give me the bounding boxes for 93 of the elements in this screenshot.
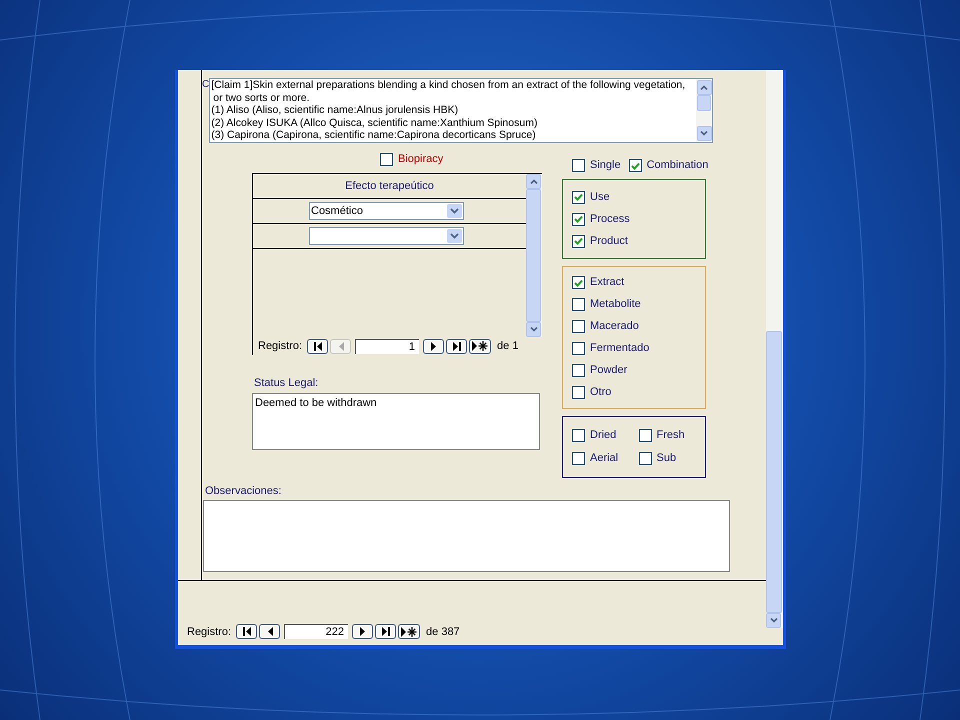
next-icon [430, 342, 437, 350]
checkbox-label: Macerado [590, 319, 639, 334]
navigator-label: Registro: [187, 624, 232, 640]
navigator-label: Registro: [258, 338, 302, 354]
checkbox[interactable] [572, 159, 585, 172]
observaciones-label: Observaciones: [205, 484, 282, 499]
checkbox-label: Fresh [656, 428, 685, 444]
scroll-thumb[interactable] [766, 331, 782, 613]
scroll-up-button[interactable] [526, 174, 541, 189]
claim-text-field[interactable] [209, 78, 714, 143]
combo-value: Cosmético [310, 204, 363, 219]
checkmark-icon [630, 162, 640, 170]
checkbox-label: Biopiracy [398, 152, 444, 168]
checkbox[interactable] [638, 452, 652, 465]
checkbox-label: Process [590, 212, 630, 227]
status-legal-label: Status Legal: [254, 376, 320, 391]
first-record-icon [312, 342, 323, 350]
column-heading: Efecto terapeútico [345, 178, 434, 194]
checkbox-label: Sub [656, 451, 676, 466]
combo-box[interactable] [309, 227, 464, 245]
chevron-down-icon [770, 618, 778, 623]
last-record-button[interactable] [446, 338, 468, 354]
claim-text-line: or two sorts or more. [212, 92, 311, 104]
checkbox[interactable] [572, 364, 585, 377]
first-record-icon [242, 627, 252, 636]
checkbox-label: Aerial [590, 451, 618, 466]
checkbox-label: Fermentado [590, 341, 650, 356]
prev-record-button[interactable] [259, 624, 280, 640]
chevron-up-icon [530, 179, 538, 184]
checkbox[interactable] [572, 298, 585, 311]
claim-text-line: (2) Alcokey ISUKA (Allco Quisca, scientific name:Xanthium Spinosum) [211, 116, 538, 129]
next-record-button[interactable] [423, 338, 444, 354]
chevron-down-icon [530, 327, 538, 332]
scroll-down-button[interactable] [526, 322, 541, 337]
last-record-button[interactable] [375, 624, 396, 640]
checkbox[interactable] [572, 212, 585, 226]
checkbox[interactable] [572, 234, 585, 248]
checkbox-label: Dried [590, 428, 616, 444]
new-record-button[interactable] [398, 624, 420, 640]
new-record-button[interactable] [469, 338, 492, 354]
chevron-down-icon [700, 131, 708, 136]
record-count-text: de 387 [426, 624, 460, 640]
scroll-up-button[interactable] [696, 80, 712, 95]
claim-text-line: (1) Aliso (Aliso, scientific name:Alnus jorulensis HBK) [211, 104, 460, 116]
scrollbar[interactable] [696, 79, 712, 142]
checkbox[interactable] [638, 429, 652, 442]
scroll-down-button[interactable] [696, 126, 712, 141]
scroll-thumb[interactable] [526, 189, 541, 322]
checkbox-label: Single [590, 158, 621, 174]
checkbox-label: Product [590, 234, 628, 249]
record-number-field[interactable]: 1 [355, 338, 420, 354]
checkbox[interactable] [572, 190, 585, 204]
checkbox[interactable] [572, 342, 585, 355]
checkbox[interactable] [628, 159, 642, 172]
checkbox-label: Extract [590, 275, 624, 290]
checkmark-icon [574, 237, 583, 245]
scroll-thumb[interactable] [697, 94, 712, 110]
checkbox-label: Metabolite [590, 297, 641, 312]
last-record-icon [452, 342, 462, 350]
first-record-button[interactable] [307, 338, 328, 354]
checkbox-label: Use [590, 190, 610, 205]
checkbox-label: Powder [590, 363, 628, 378]
record-number-field[interactable]: 222 [284, 624, 348, 640]
next-record-button[interactable] [352, 624, 374, 640]
chevron-up-icon [700, 85, 708, 90]
scrollbar[interactable] [766, 70, 783, 628]
checkbox-label: Otro [590, 385, 612, 400]
new-record-icon [401, 626, 418, 637]
checkmark-icon [574, 193, 583, 201]
claim-text-line: [Claim 1]Skin external preparations blending a kind chosen from an extract of the following vegetation, [211, 79, 686, 92]
checkbox[interactable] [380, 153, 393, 166]
scrollbar[interactable] [526, 174, 542, 337]
scroll-down-button[interactable] [766, 613, 781, 628]
next-icon [360, 627, 366, 636]
record-count-text: de 1 [497, 338, 518, 354]
checkbox[interactable] [572, 320, 585, 333]
checkbox[interactable] [572, 429, 585, 442]
previous-icon [266, 627, 273, 636]
new-record-icon [472, 341, 488, 351]
last-record-icon [380, 627, 391, 636]
checkbox[interactable] [572, 276, 585, 289]
status-legal-field[interactable]: Deemed to be withdrawn [252, 392, 540, 450]
claim-text-line: (3) Capirona (Capirona, scientific name:Capirona decorticans Spruce) [211, 129, 537, 142]
checkbox[interactable] [572, 386, 585, 399]
checkmark-icon [574, 215, 583, 223]
checkbox[interactable] [572, 452, 585, 465]
first-record-button[interactable] [236, 624, 258, 640]
observaciones-field[interactable] [203, 500, 730, 572]
cut-off-label: C [202, 78, 210, 92]
combo-box[interactable]: Cosmético [309, 202, 464, 220]
checkbox-label: Combination [646, 158, 708, 174]
checkmark-icon [574, 278, 583, 286]
previous-icon [338, 342, 344, 350]
